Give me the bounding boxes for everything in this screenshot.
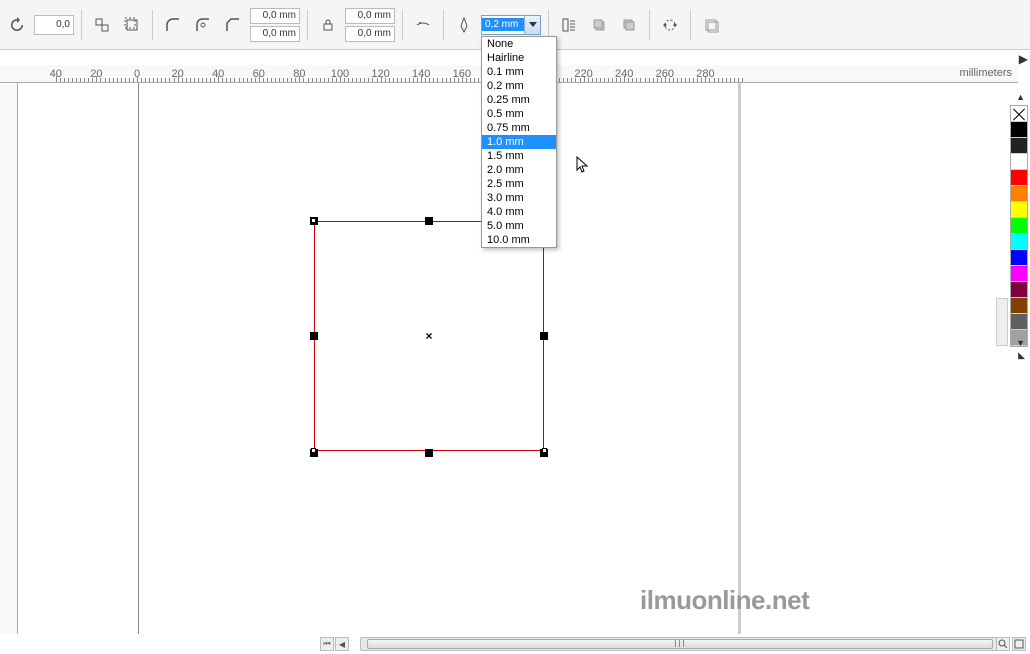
corner-br-input[interactable] xyxy=(345,26,395,42)
toolbar-separator xyxy=(402,10,403,40)
color-status-icon[interactable] xyxy=(1012,637,1026,651)
palette-scrollbar[interactable] xyxy=(996,298,1008,346)
palette-expand-icon[interactable]: ◣ xyxy=(1018,350,1025,361)
outline-option[interactable]: 1.5 mm xyxy=(482,149,556,163)
property-toolbar: 0,2 mm NoneHairline0.1 mm0.2 mm0.25 mm0.… xyxy=(0,0,1030,50)
toolbar-separator xyxy=(81,10,82,40)
corner-bl-input[interactable] xyxy=(250,26,300,42)
dropdown-arrow-icon[interactable] xyxy=(524,16,540,34)
color-swatch[interactable] xyxy=(1011,218,1027,234)
toolbar-separator xyxy=(690,10,691,40)
outline-option[interactable]: None xyxy=(482,37,556,51)
outline-option[interactable]: 2.0 mm xyxy=(482,163,556,177)
outline-width-value: 0,2 mm xyxy=(482,18,524,31)
handle-tm[interactable] xyxy=(425,217,433,225)
watermark-text: ilmuonline.net xyxy=(640,585,809,616)
corner-values-right xyxy=(345,8,395,42)
symbol-icon[interactable] xyxy=(698,12,724,38)
rotation-input[interactable] xyxy=(34,15,74,35)
corner-values-left xyxy=(250,8,300,42)
color-palette xyxy=(1010,105,1028,347)
outline-option[interactable]: 0.75 mm xyxy=(482,121,556,135)
color-swatch[interactable] xyxy=(1011,186,1027,202)
corner-scallop-icon[interactable] xyxy=(190,12,216,38)
color-swatch[interactable] xyxy=(1011,234,1027,250)
color-swatch[interactable] xyxy=(1011,266,1027,282)
page-first-button[interactable]: ⏮ xyxy=(320,637,334,651)
toolbar-separator xyxy=(443,10,444,40)
outline-width-dropdown[interactable]: 0,2 mm NoneHairline0.1 mm0.2 mm0.25 mm0.… xyxy=(481,15,541,35)
zoom-tool-icon[interactable] xyxy=(996,637,1010,651)
toolbar-separator xyxy=(152,10,153,40)
to-front-icon[interactable] xyxy=(586,12,612,38)
no-fill-swatch[interactable] xyxy=(1011,106,1027,122)
rotation-icon[interactable] xyxy=(4,12,30,38)
handle-bm[interactable] xyxy=(425,449,433,457)
page-prev-button[interactable]: ◀ xyxy=(335,637,349,651)
ruler-unit-label: millimeters xyxy=(959,67,1012,79)
color-swatch[interactable] xyxy=(1011,202,1027,218)
outline-option[interactable]: 3.0 mm xyxy=(482,191,556,205)
scrollbar-thumb[interactable]: III xyxy=(367,639,993,649)
outline-width-list: NoneHairline0.1 mm0.2 mm0.25 mm0.5 mm0.7… xyxy=(481,36,557,248)
color-swatch[interactable] xyxy=(1011,154,1027,170)
to-back-icon[interactable] xyxy=(616,12,642,38)
ungroup-button[interactable] xyxy=(89,12,115,38)
page-left-edge xyxy=(138,83,139,634)
toolbar-separator xyxy=(649,10,650,40)
outline-option[interactable]: 5.0 mm xyxy=(482,219,556,233)
toolbar-separator xyxy=(307,10,308,40)
color-swatch[interactable] xyxy=(1011,170,1027,186)
node-br[interactable] xyxy=(542,448,547,453)
object-center-mark: × xyxy=(424,331,434,341)
node-bl[interactable] xyxy=(311,448,316,453)
outline-option[interactable]: 0.5 mm xyxy=(482,107,556,121)
color-swatch[interactable] xyxy=(1011,138,1027,154)
toolbar-overflow-arrow[interactable]: ▶ xyxy=(1019,52,1028,66)
page-nav-buttons: ⏮ ◀ xyxy=(320,637,350,651)
outline-option[interactable]: 0.2 mm xyxy=(482,79,556,93)
handle-mr[interactable] xyxy=(540,332,548,340)
color-swatch[interactable] xyxy=(1011,282,1027,298)
handle-ml[interactable] xyxy=(310,332,318,340)
relative-corner-icon[interactable] xyxy=(410,12,436,38)
color-swatch[interactable] xyxy=(1011,314,1027,330)
corner-tr-input[interactable] xyxy=(345,8,395,24)
corner-tl-input[interactable] xyxy=(250,8,300,24)
bottom-right-controls xyxy=(996,637,1026,651)
outline-option[interactable]: 1.0 mm xyxy=(482,135,556,149)
outline-option[interactable]: 0.1 mm xyxy=(482,65,556,79)
color-swatch[interactable] xyxy=(1011,250,1027,266)
node-tl[interactable] xyxy=(311,218,316,223)
palette-scroll-up[interactable]: ▲ xyxy=(1016,92,1025,102)
corner-round-icon[interactable] xyxy=(160,12,186,38)
outline-width-field[interactable]: 0,2 mm xyxy=(481,15,541,35)
outline-option[interactable]: 4.0 mm xyxy=(482,205,556,219)
color-swatch[interactable] xyxy=(1011,122,1027,138)
corner-chamfer-icon[interactable] xyxy=(220,12,246,38)
outline-option[interactable]: 2.5 mm xyxy=(482,177,556,191)
palette-scroll-down[interactable]: ▼ xyxy=(1016,338,1025,348)
pen-icon[interactable] xyxy=(451,12,477,38)
outline-option[interactable]: Hairline xyxy=(482,51,556,65)
convert-curves-icon[interactable] xyxy=(657,12,683,38)
outline-option[interactable]: 0.25 mm xyxy=(482,93,556,107)
ruler-vertical xyxy=(0,83,18,634)
page-right-shadow xyxy=(738,83,741,634)
outline-option[interactable]: 10.0 mm xyxy=(482,233,556,247)
horizontal-scrollbar[interactable]: III xyxy=(360,637,1000,651)
color-swatch[interactable] xyxy=(1011,298,1027,314)
group-button[interactable] xyxy=(119,12,145,38)
wrap-text-icon[interactable] xyxy=(556,12,582,38)
lock-icon[interactable] xyxy=(315,12,341,38)
